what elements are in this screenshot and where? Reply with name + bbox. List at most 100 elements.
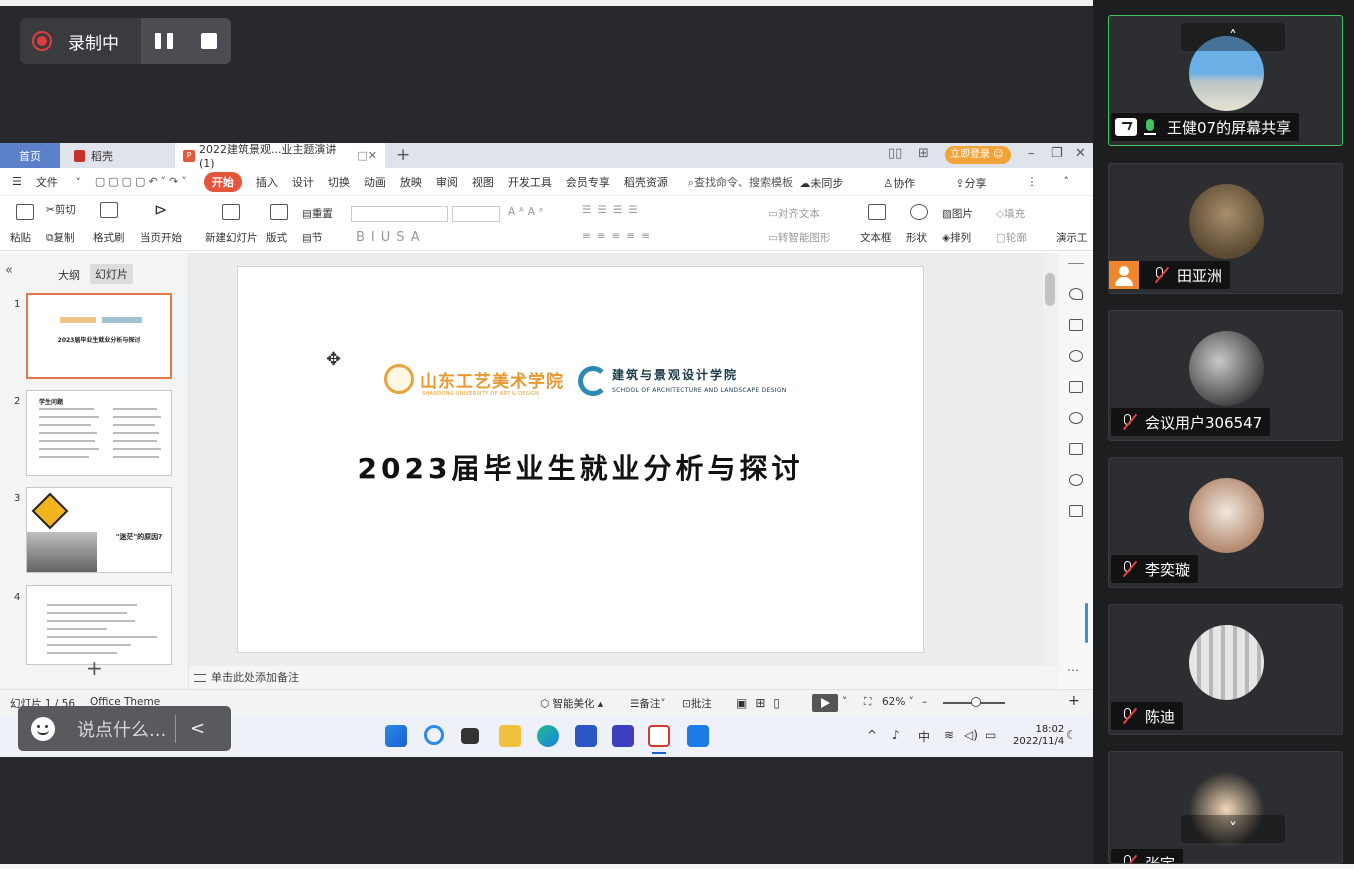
new-slide-icon[interactable] [222, 204, 240, 220]
chat-input-bar[interactable]: 说点什么... < [18, 706, 231, 751]
paste-icon[interactable] [16, 204, 34, 220]
tray-expand-icon[interactable]: ^ [867, 728, 877, 742]
tab-outline[interactable]: 大纲 [58, 267, 80, 283]
scroll-down-button[interactable]: ˅ [1181, 815, 1285, 843]
canvas-scrollbar[interactable] [1043, 253, 1059, 666]
copy-button[interactable]: ⧉复制 [46, 230, 75, 245]
add-slide-icon[interactable]: + [86, 656, 103, 680]
battery-icon[interactable]: ▭ [985, 728, 996, 742]
chevron-left-icon[interactable]: < [190, 718, 205, 739]
location-tool-icon[interactable] [1069, 474, 1083, 486]
search-icon[interactable] [424, 725, 444, 745]
menu-design[interactable]: 设计 [292, 174, 314, 190]
wifi-icon[interactable]: ≋ [944, 728, 954, 742]
section-button[interactable]: ▤节 [302, 230, 322, 245]
more-icon[interactable]: ⋮ [1027, 175, 1038, 191]
properties-tool-icon[interactable] [1069, 319, 1083, 331]
menu-member[interactable]: 会员专享 [566, 174, 610, 190]
close-window-icon[interactable]: ✕ [1075, 146, 1086, 161]
zoom-in-icon[interactable]: + [1068, 693, 1080, 709]
copy-tool-icon[interactable] [1069, 381, 1083, 393]
collaborate-button[interactable]: ♙协作 [883, 175, 929, 191]
tray-mic-icon[interactable]: ♪ [892, 728, 900, 742]
participant-card[interactable]: 田亚洲 [1108, 163, 1343, 294]
tab-home[interactable]: 首页 [0, 143, 60, 168]
minimize-icon[interactable]: – [1028, 146, 1035, 161]
zoom-slider-knob[interactable] [971, 697, 981, 707]
layout-label[interactable]: 版式 [266, 230, 287, 245]
menu-insert[interactable]: 插入 [256, 174, 278, 190]
smart-beautify-button[interactable]: ⬡ 智能美化 ▴ [540, 696, 603, 711]
notification-icon[interactable]: ☾ [1066, 728, 1077, 742]
menu-review[interactable]: 审阅 [436, 174, 458, 190]
slide-thumbnail-3[interactable]: "迷茫"的原因? [26, 487, 172, 573]
paste-label[interactable]: 粘贴 [10, 230, 31, 245]
scrollbar-thumb[interactable] [1045, 273, 1055, 306]
view-mode-icons[interactable]: ▣⊞▯ [736, 696, 788, 710]
store-icon[interactable] [575, 725, 597, 747]
hamburger-icon[interactable]: ☰ [12, 175, 22, 188]
participant-card[interactable]: 陈迪 [1108, 604, 1343, 735]
menu-docer-resources[interactable]: 稻壳资源 [624, 174, 668, 190]
sync-status[interactable]: ☁未同步 [799, 175, 857, 191]
textbox-label[interactable]: 文本框 [860, 230, 892, 245]
windows-start-icon[interactable] [385, 725, 407, 747]
format-painter-label[interactable]: 格式刷 [93, 230, 125, 245]
reset-button[interactable]: ▤重置 [302, 206, 333, 221]
cut-button[interactable]: ✂剪切 [46, 202, 76, 217]
picture-button[interactable]: ▨图片 [942, 206, 973, 221]
tab-document[interactable]: P 2022建筑景观...业主题演讲(1) □ ✕ [175, 143, 385, 170]
notes-toggle[interactable]: ☰备注˅ [630, 696, 666, 711]
login-button[interactable]: 立即登录 ☺ [945, 146, 1011, 164]
play-dropdown-icon[interactable]: ˅ [842, 696, 847, 708]
system-clock[interactable]: 18:02 2022/11/4 [1013, 724, 1064, 748]
tab-dock-icon[interactable]: □ [357, 149, 367, 162]
collapse-ribbon-icon[interactable]: ˄ [1064, 175, 1070, 191]
tab-docer[interactable]: 稻壳 [64, 143, 172, 168]
ime-indicator[interactable]: 中 [918, 728, 930, 745]
participant-card[interactable]: 会议用户306547 [1108, 310, 1343, 441]
menu-home[interactable]: 开始 [203, 171, 242, 192]
new-slide-label[interactable]: 新建幻灯片 [205, 230, 258, 245]
shape-icon[interactable] [910, 204, 928, 220]
font-size-select[interactable] [452, 206, 500, 222]
help-tool-icon[interactable] [1069, 412, 1083, 424]
zoom-level[interactable]: 62% ˅ [882, 696, 914, 708]
close-tab-icon[interactable]: ✕ [368, 149, 377, 162]
new-tab-icon[interactable]: + [396, 145, 410, 165]
slideshow-play-icon[interactable] [812, 694, 838, 712]
slide-thumbnail-4[interactable] [26, 585, 172, 665]
meeting-app-icon[interactable] [687, 725, 709, 747]
participant-card[interactable]: 张宇 [1108, 751, 1343, 864]
notes-area[interactable]: 单击此处添加备注 [189, 666, 1059, 689]
slide-thumbnail-1[interactable]: 2023届毕业生就业分析与探讨 [26, 293, 172, 379]
current-slide[interactable]: 山东工艺美术学院 SHANDONG UNIVERSITY OF ART & DE… [237, 266, 924, 653]
menu-file[interactable]: 文件 ˅ [36, 174, 81, 190]
animation-tool-icon[interactable] [1069, 288, 1083, 300]
emoji-icon[interactable] [31, 716, 55, 741]
comments-toggle[interactable]: ⊡批注 [682, 696, 712, 711]
fit-icon[interactable]: ⛶ [864, 696, 871, 709]
zoom-slider[interactable] [943, 697, 1005, 707]
pause-icon[interactable] [155, 33, 173, 49]
format-painter-icon[interactable] [100, 202, 118, 218]
zoom-out-icon[interactable]: – [922, 696, 927, 708]
menu-animation[interactable]: 动画 [364, 174, 386, 190]
edge-browser-icon[interactable] [537, 725, 559, 747]
book-tool-icon[interactable] [1069, 505, 1083, 517]
pin-tool-icon[interactable] [1069, 350, 1083, 362]
layout-ribbon-icon[interactable] [270, 204, 288, 220]
share-button[interactable]: ⇪分享 [955, 175, 1000, 191]
volume-icon[interactable]: ◁) [964, 728, 978, 742]
more-tools-icon[interactable]: ⋯ [1067, 663, 1079, 677]
wps-office-icon[interactable] [648, 725, 670, 747]
layout-icon[interactable]: ▯▯ [888, 146, 902, 161]
menu-transition[interactable]: 切换 [328, 174, 350, 190]
fill-button[interactable]: ◇填充 [996, 206, 1025, 221]
outline-button[interactable]: □轮廓 [996, 230, 1027, 245]
font-size-step-icons[interactable]: AᴬAᵃ [508, 206, 547, 218]
smart-shape-button[interactable]: ▭转智能图形 [768, 230, 830, 245]
restore-icon[interactable]: ❐ [1051, 146, 1063, 161]
shape-label[interactable]: 形状 [906, 230, 927, 245]
align-text-button[interactable]: ▭对齐文本 [768, 206, 820, 221]
